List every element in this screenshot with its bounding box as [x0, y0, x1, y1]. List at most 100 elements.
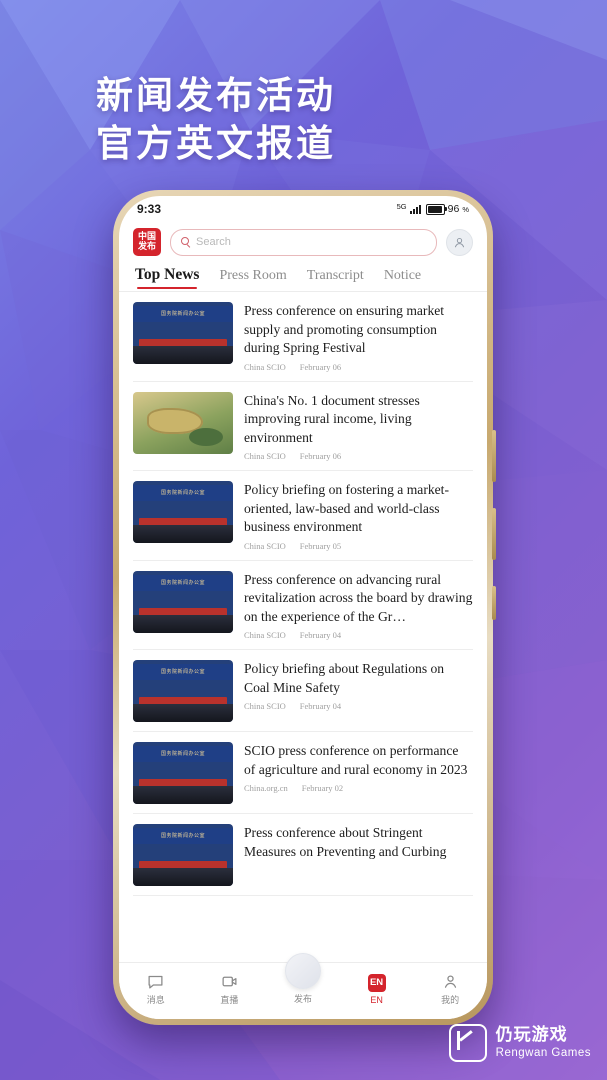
en-badge-icon: EN — [367, 973, 386, 992]
news-thumbnail: 国务院新闻办公室 — [133, 824, 233, 886]
app-logo-line-1: 中国 — [137, 232, 156, 242]
news-date: February 04 — [299, 701, 342, 711]
headline-line-2: 官方英文报道 — [96, 122, 336, 165]
status-time: 9:33 — [137, 202, 162, 216]
watermark-chinese: 仍玩游戏 — [495, 1025, 568, 1046]
thumbnail-banner-text: 国务院新闻办公室 — [133, 574, 233, 591]
watermark-text: 仍玩游戏 Rengwan Games — [496, 1025, 591, 1061]
app-logo-line-2: 发布 — [137, 242, 156, 252]
news-text: Press conference on advancing rural revi… — [244, 571, 473, 641]
news-thumbnail — [133, 391, 233, 454]
news-list[interactable]: 国务院新闻办公室 Press conference on ensuring ma… — [119, 292, 487, 962]
nav-label-live: 直播 — [220, 995, 239, 1005]
bottom-navigation: 消息 直播 发布 EN EN 我的 — [119, 953, 487, 1019]
list-item[interactable]: 国务院新闻办公室 Policy briefing about Regulatio… — [133, 650, 473, 732]
tab-press-room[interactable]: Press Room — [219, 268, 286, 291]
nav-item-messages[interactable]: 消息 — [119, 972, 193, 1006]
news-date: February 04 — [299, 630, 342, 640]
nav-label-publish: 发布 — [293, 994, 312, 1004]
news-text: Press conference about Stringent Measure… — [244, 824, 473, 886]
avatar[interactable] — [446, 228, 473, 256]
thumbnail-banner-text: 国务院新闻办公室 — [133, 664, 233, 680]
battery-icon — [425, 203, 447, 215]
news-thumbnail: 国务院新闻办公室 — [133, 660, 233, 722]
profile-icon — [441, 972, 460, 990]
list-item[interactable]: China's No. 1 document stresses improvin… — [133, 382, 473, 471]
news-text: China's No. 1 document stresses improvin… — [244, 392, 473, 462]
live-video-icon — [220, 972, 239, 990]
phone-side-button-volume-down[interactable] — [492, 508, 496, 560]
news-date: February 06 — [299, 451, 342, 461]
news-text: Policy briefing on fostering a market-or… — [244, 481, 473, 551]
tab-notice[interactable]: Notice — [384, 268, 421, 291]
phone-side-button-volume-up[interactable] — [492, 430, 496, 482]
thumbnail-banner-text: 国务院新闻办公室 — [133, 746, 233, 762]
thumbnail-banner-text: 国务院新闻办公室 — [133, 306, 233, 322]
search-input[interactable]: Search — [170, 228, 437, 256]
news-thumbnail: 国务院新闻办公室 — [133, 481, 233, 543]
news-meta: China SCIO February 06 — [244, 362, 473, 372]
news-source: China SCIO — [244, 451, 286, 461]
category-tabs: Top News Press Room Transcript Notice — [119, 264, 487, 292]
network-type-label: 5G — [396, 201, 407, 211]
news-source: China.org.cn — [244, 783, 288, 793]
watermark-english: Rengwan Games — [495, 1047, 591, 1060]
tab-top-news[interactable]: Top News — [135, 266, 199, 291]
news-meta: China SCIO February 05 — [244, 541, 473, 551]
thumbnail-banner-text: 国务院新闻办公室 — [133, 828, 233, 844]
nav-item-profile[interactable]: 我的 — [413, 972, 487, 1006]
nav-label-profile: 我的 — [441, 995, 460, 1005]
nav-label-english: EN — [370, 994, 383, 1005]
nav-item-english[interactable]: EN EN — [340, 973, 414, 1005]
message-icon — [146, 972, 165, 990]
news-meta: China.org.cn February 02 — [244, 783, 473, 793]
nav-item-publish[interactable]: 发布 — [266, 953, 340, 1015]
phone-side-button-power[interactable] — [492, 586, 496, 620]
news-text: Policy briefing about Regulations on Coa… — [244, 660, 473, 722]
news-source: China SCIO — [244, 701, 286, 711]
list-item[interactable]: 国务院新闻办公室 Press conference on advancing r… — [133, 561, 473, 650]
news-text: Press conference on ensuring market supp… — [244, 302, 473, 372]
thumbnail-banner-text: 国务院新闻办公室 — [133, 485, 233, 501]
list-item[interactable]: 国务院新闻办公室 SCIO press conference on perfor… — [133, 732, 473, 814]
signal-strength-icon — [409, 204, 421, 214]
search-icon — [181, 237, 191, 247]
phone-screen: 9:33 5G 96% 中国 发布 Search Top News Press … — [119, 196, 487, 1019]
news-thumbnail: 国务院新闻办公室 — [133, 302, 233, 364]
news-title[interactable]: Policy briefing about Regulations on Coa… — [244, 660, 473, 697]
news-title[interactable]: Press conference on ensuring market supp… — [244, 302, 473, 358]
news-meta: China SCIO February 04 — [244, 701, 473, 711]
en-badge-label: EN — [367, 973, 386, 992]
news-date: February 06 — [299, 361, 342, 372]
news-text: SCIO press conference on performance of … — [244, 742, 473, 804]
list-item[interactable]: 国务院新闻办公室 Press conference about Stringen… — [133, 814, 473, 896]
nav-item-live[interactable]: 直播 — [193, 972, 267, 1006]
battery-percent: 96 — [447, 203, 460, 215]
news-meta: China SCIO February 04 — [244, 630, 473, 640]
news-title[interactable]: Press conference on advancing rural revi… — [244, 571, 473, 627]
news-date: February 02 — [301, 783, 344, 793]
news-title[interactable]: China's No. 1 document stresses improvin… — [244, 392, 473, 448]
list-item[interactable]: 国务院新闻办公室 Policy briefing on fostering a … — [133, 471, 473, 561]
phone-mockup: 9:33 5G 96% 中国 发布 Search Top News Press … — [113, 190, 496, 1025]
news-title[interactable]: Press conference about Stringent Measure… — [244, 824, 473, 861]
app-header: 中国 发布 Search — [119, 222, 487, 264]
news-title[interactable]: SCIO press conference on performance of … — [244, 742, 473, 779]
search-placeholder: Search — [196, 236, 231, 248]
list-item[interactable]: 国务院新闻办公室 Press conference on ensuring ma… — [133, 292, 473, 382]
publish-icon — [284, 953, 321, 989]
status-indicators: 5G 96% — [396, 201, 469, 216]
nav-label-messages: 消息 — [146, 995, 165, 1005]
battery-percent-unit: % — [462, 204, 469, 214]
news-title[interactable]: Policy briefing on fostering a market-or… — [244, 481, 473, 537]
tab-transcript[interactable]: Transcript — [307, 268, 364, 291]
news-thumbnail: 国务院新闻办公室 — [133, 570, 233, 633]
news-meta: China SCIO February 06 — [244, 451, 473, 461]
watermark: 仍玩游戏 Rengwan Games — [448, 1024, 591, 1062]
news-source: China SCIO — [244, 630, 286, 640]
news-source: China SCIO — [244, 361, 286, 372]
app-logo[interactable]: 中国 发布 — [133, 228, 161, 256]
news-source: China SCIO — [244, 540, 286, 551]
news-date: February 05 — [299, 540, 342, 551]
watermark-logo-icon — [448, 1024, 487, 1062]
